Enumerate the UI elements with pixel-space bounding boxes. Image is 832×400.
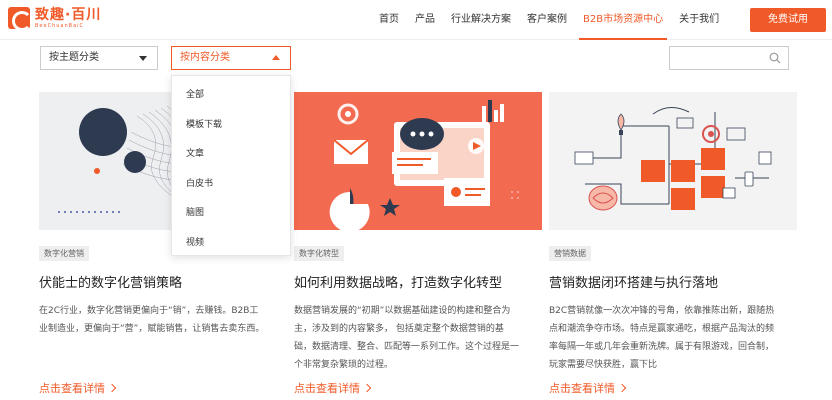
dropdown-item-video[interactable]: 视频 (172, 229, 290, 259)
card-2-title[interactable]: 如何利用数据战略，打造数字化转型 (294, 272, 502, 291)
content-filter-dropdown: 全部 模板下载 文章 白皮书 脑图 视频 (171, 75, 291, 256)
card-1-title[interactable]: 伏能士的数字化营销策略 (39, 272, 182, 291)
card-1-description: 在2C行业，数字化营销更偏向于“销”，去赚钱。B2B工业制造业，更偏向于“营”，… (39, 306, 265, 334)
search-icon[interactable] (769, 52, 781, 64)
nav-item-resource-center[interactable]: B2B市场资源中心 (575, 0, 671, 40)
card-2-more-link[interactable]: 点击查看详情 (294, 380, 372, 396)
nav-item-cases[interactable]: 客户案例 (519, 0, 575, 40)
top-header: 致趣·百川 BeeChuanBaiC 首页 产品 行业解决方案 客户案例 B2B… (0, 0, 832, 40)
logo-subtitle: BeeChuanBaiC (35, 22, 85, 29)
free-trial-button[interactable]: 免费试用 (750, 8, 826, 32)
nav-item-solutions[interactable]: 行业解决方案 (443, 0, 519, 40)
card-1-more-link[interactable]: 点击查看详情 (39, 380, 117, 396)
card-2-description: 数据营销发展的“初期”以数据基础建设的构建和整合为主，涉及到的内容繁多， 包括奠… (294, 306, 520, 370)
dropdown-item-article[interactable]: 文章 (172, 140, 290, 170)
dropdown-item-template-download[interactable]: 模板下载 (172, 111, 290, 141)
content-filter-label: 按内容分类 (180, 52, 230, 63)
search-input[interactable] (670, 47, 770, 69)
card-3-more-label: 点击查看详情 (549, 382, 615, 395)
dropdown-item-all[interactable]: 全部 (172, 81, 290, 111)
card-3-image (549, 92, 797, 230)
resource-card-3[interactable] (549, 92, 797, 230)
caret-up-icon (272, 55, 280, 60)
card-3-illustration (574, 107, 772, 211)
card-3-title[interactable]: 营销数据闭环搭建与执行落地 (549, 272, 718, 291)
chevron-right-icon (617, 383, 627, 393)
logo-name: 致趣·百川 (35, 6, 102, 23)
logo[interactable]: 致趣·百川 BeeChuanBaiC (8, 7, 101, 29)
card-2-illustration (329, 100, 519, 230)
card-3-description: B2C营销就像一次次冲锋的号角，依靠推陈出新，跟随热点和潮流争夺市场。特点是赢家… (549, 306, 775, 370)
main-nav: 首页 产品 行业解决方案 客户案例 B2B市场资源中心 关于我们 (371, 0, 727, 40)
chevron-right-icon (362, 383, 372, 393)
topic-filter-label: 按主题分类 (49, 52, 99, 63)
nav-item-about[interactable]: 关于我们 (671, 0, 727, 40)
nav-item-products[interactable]: 产品 (407, 0, 443, 40)
caret-down-icon (139, 56, 147, 61)
dropdown-item-mindmap[interactable]: 脑图 (172, 199, 290, 229)
chevron-right-icon (107, 383, 117, 393)
card-2-tag: 数字化转型 (294, 246, 344, 261)
nav-item-home[interactable]: 首页 (371, 0, 407, 40)
card-2-image (294, 92, 542, 230)
content-filter-select[interactable]: 按内容分类 (171, 46, 291, 70)
logo-mark-icon (8, 7, 30, 29)
card-1-more-label: 点击查看详情 (39, 382, 105, 395)
dropdown-item-whitepaper[interactable]: 白皮书 (172, 170, 290, 200)
logo-text: 致趣·百川 BeeChuanBaiC (35, 8, 101, 29)
topic-filter-select[interactable]: 按主题分类 (40, 46, 158, 70)
card-1-tag: 数字化营销 (39, 246, 89, 261)
card-2-more-label: 点击查看详情 (294, 382, 360, 395)
card-3-tag: 营销数据 (549, 246, 591, 261)
search-box (669, 46, 789, 70)
card-3-more-link[interactable]: 点击查看详情 (549, 380, 627, 396)
resource-card-2[interactable] (294, 92, 542, 230)
